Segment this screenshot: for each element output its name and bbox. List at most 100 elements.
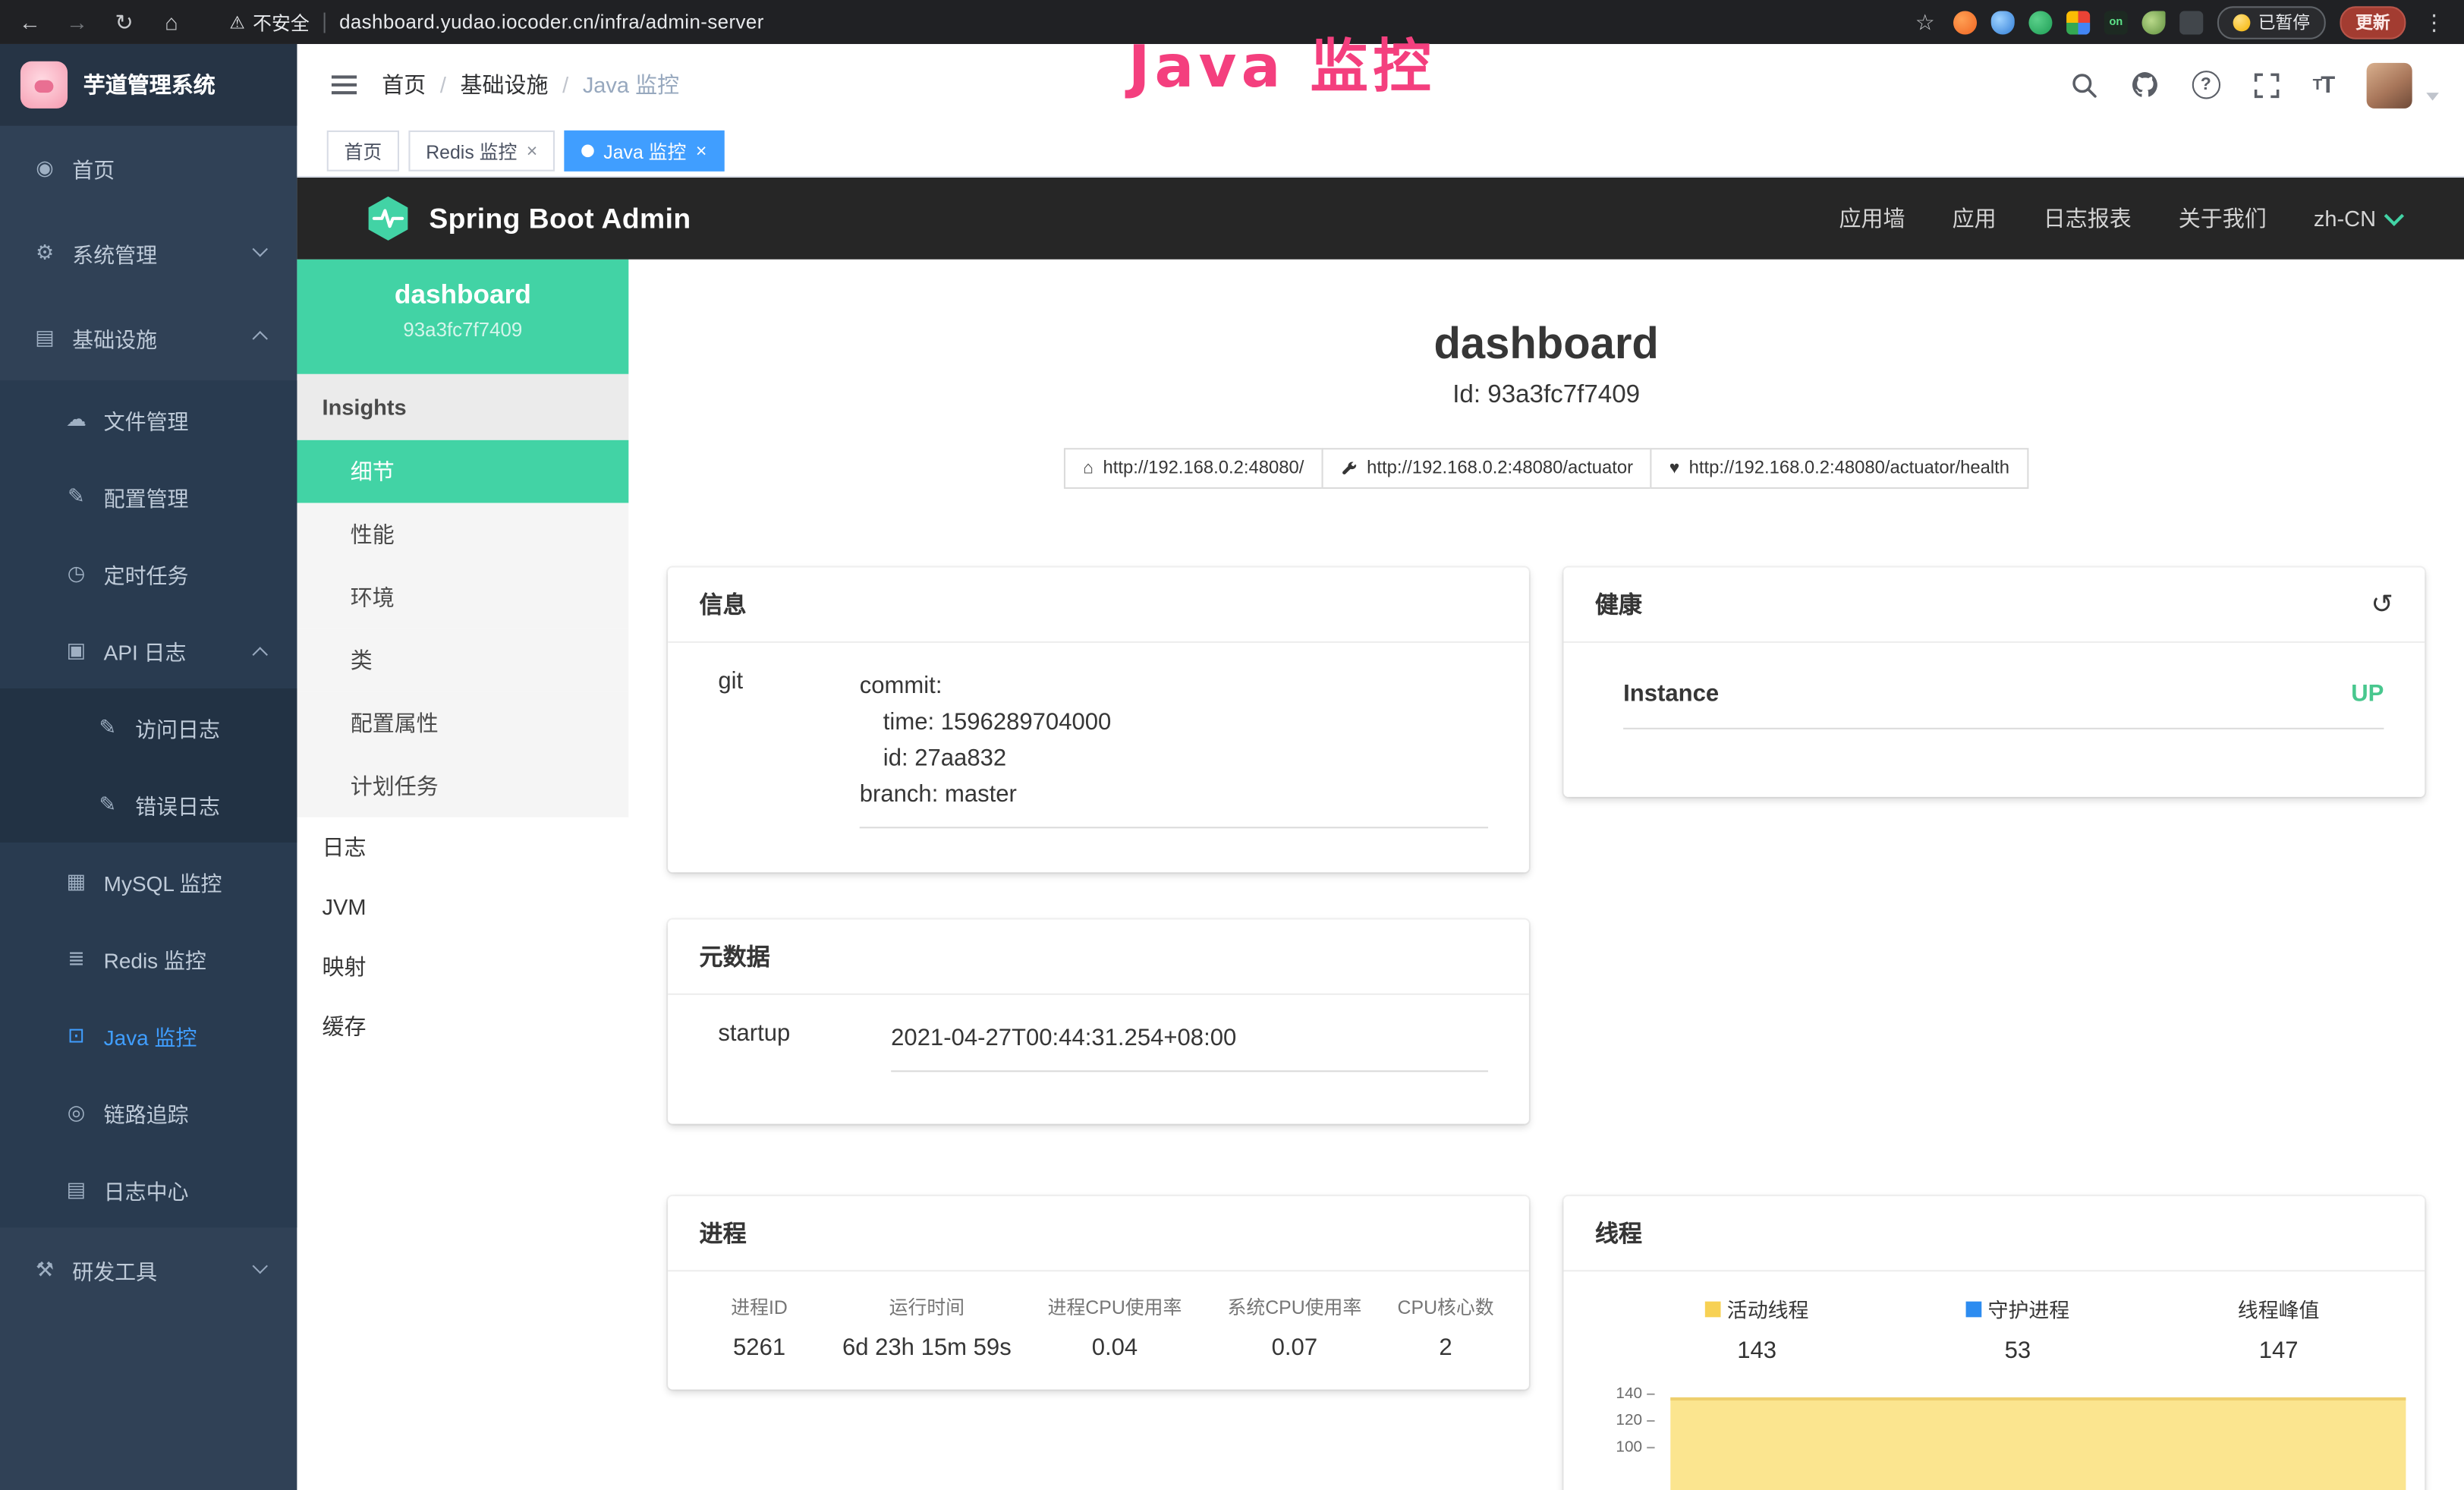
sidebar-item-system-mgmt[interactable]: ⚙ 系统管理	[0, 210, 297, 295]
help-icon[interactable]: ?	[2192, 71, 2220, 99]
close-icon[interactable]: ×	[696, 141, 707, 160]
service-url-link[interactable]: ⌂ http://192.168.0.2:48080/	[1064, 448, 1323, 489]
tab-home[interactable]: 首页	[327, 131, 399, 172]
app-title: 芋道管理系统	[83, 69, 216, 100]
infrastructure-submenu: ☁ 文件管理 ✎ 配置管理 ◷ 定时任务 ▣ API 日志	[0, 380, 297, 1227]
sidebar-item-log-center[interactable]: ▤ 日志中心	[0, 1151, 297, 1227]
instance-header[interactable]: dashboard 93a3fc7f7409	[297, 260, 628, 374]
sba-nav-config-props[interactable]: 配置属性	[297, 691, 628, 754]
update-button[interactable]: 更新	[2340, 5, 2406, 38]
process-card-header: 进程	[668, 1196, 1529, 1271]
sba-logo[interactable]: Spring Boot Admin	[364, 195, 691, 242]
extension-drop-icon[interactable]	[1991, 10, 2015, 33]
sidebar-item-api-logs[interactable]: ▣ API 日志	[0, 612, 297, 688]
sba-nav-caches[interactable]: 缓存	[297, 997, 628, 1057]
sidebar-collapse-icon[interactable]	[332, 75, 357, 94]
database-icon: ▦	[63, 868, 90, 893]
tab-java-monitor[interactable]: Java 监控 ×	[565, 131, 725, 172]
extension-green-icon[interactable]	[2028, 10, 2052, 33]
app-logo-row[interactable]: 芋道管理系统	[0, 44, 297, 126]
sidebar-item-java-monitor[interactable]: ⊡ Java 监控	[0, 997, 297, 1073]
sidebar-item-infrastructure[interactable]: ▤ 基础设施	[0, 295, 297, 380]
tools-icon: ⚒	[31, 1258, 58, 1283]
extension-on-icon[interactable]: on	[2104, 10, 2128, 33]
sba-nav-about[interactable]: 关于我们	[2179, 203, 2267, 234]
health-url-link[interactable]: ♥ http://192.168.0.2:48080/actuator/heal…	[1651, 448, 2028, 489]
locale-select[interactable]: zh-CN	[2314, 206, 2401, 231]
paused-badge[interactable]: 已暂停	[2217, 5, 2326, 38]
monitor-icon: ⊡	[63, 1022, 90, 1047]
sba-nav-scheduled-tasks[interactable]: 计划任务	[297, 754, 628, 817]
screenshot-stage: ← → ↻ ⌂ ⚠ 不安全 dashboard.yudao.iocoder.cn…	[0, 0, 2464, 1490]
sidebar-item-mysql-monitor[interactable]: ▦ MySQL 监控	[0, 843, 297, 919]
github-icon[interactable]	[2130, 71, 2158, 99]
tags-view-bar: 首页 Redis 监控 × Java 监控 ×	[297, 126, 2464, 178]
sba-nav-journal[interactable]: 日志报表	[2044, 203, 2132, 234]
sba-nav-jvm[interactable]: JVM	[297, 877, 628, 937]
sba-nav-logs[interactable]: 日志	[297, 817, 628, 877]
security-warning-icon[interactable]: ⚠	[229, 12, 244, 33]
live-threads-value: 143	[1626, 1337, 1887, 1364]
sidebar-item-file-mgmt[interactable]: ☁ 文件管理	[0, 380, 297, 457]
browser-menu-icon[interactable]: ⋮	[2420, 8, 2448, 35]
tab-redis-monitor[interactable]: Redis 监控 ×	[408, 131, 555, 172]
sba-nav-wallboard[interactable]: 应用墙	[1839, 203, 1905, 234]
sba-nav-mappings[interactable]: 映射	[297, 937, 628, 997]
font-size-icon[interactable]: TT	[2313, 71, 2334, 98]
sidebar-item-redis-monitor[interactable]: ≣ Redis 监控	[0, 919, 297, 996]
sidebar-menu: ◉ 首页 ⚙ 系统管理 ▤ 基础设施 ☁ 文件管理 ✎ 配置管理	[0, 126, 297, 1490]
reload-button[interactable]: ↻	[110, 8, 138, 35]
extension-leaf-icon[interactable]	[2142, 10, 2166, 33]
system-cpu: 0.07	[1204, 1334, 1384, 1361]
threads-legend: 活动线程 143 守护进程 53 线程峰值 147	[1563, 1271, 2425, 1370]
sba-nav-applications[interactable]: 应用	[1953, 203, 1997, 234]
avatar[interactable]	[2367, 62, 2412, 108]
sidebar-item-dev-tools[interactable]: ⚒ 研发工具	[0, 1227, 297, 1312]
health-instance-row[interactable]: Instance UP	[1623, 681, 2384, 729]
sidebar-item-trace[interactable]: ◎ 链路追踪	[0, 1073, 297, 1150]
sidebar-item-error-logs[interactable]: ✎ 错误日志	[0, 765, 297, 842]
history-icon[interactable]: ↺	[2371, 589, 2393, 620]
forward-button[interactable]: →	[63, 9, 91, 34]
browser-toolbar-right: ☆ on 已暂停 更新 ⋮	[1911, 5, 2464, 38]
instance-links: ⌂ http://192.168.0.2:48080/ http://192.1…	[628, 448, 2464, 489]
daemon-threads-value: 53	[1887, 1337, 2148, 1364]
back-button[interactable]: ←	[16, 9, 44, 34]
close-icon[interactable]: ×	[527, 141, 538, 160]
extension-grid-icon[interactable]	[2066, 10, 2090, 33]
bookmark-star-icon[interactable]: ☆	[1911, 8, 1939, 35]
header-actions: ? TT	[2071, 62, 2464, 108]
instance-id: 93a3fc7f7409	[297, 319, 628, 341]
clock-icon: ◷	[63, 560, 90, 585]
address-bar[interactable]: dashboard.yudao.iocoder.cn/infra/admin-s…	[339, 11, 764, 33]
heart-icon: ♥	[1669, 459, 1680, 478]
gear-icon: ⚙	[31, 241, 58, 266]
log-center-icon: ▤	[63, 1177, 90, 1202]
actuator-url-link[interactable]: http://192.168.0.2:48080/actuator	[1321, 448, 1652, 489]
page-id: Id: 93a3fc7f7409	[628, 382, 2464, 410]
sidebar-item-access-logs[interactable]: ✎ 访问日志	[0, 688, 297, 765]
sidebar-item-config-mgmt[interactable]: ✎ 配置管理	[0, 458, 297, 534]
cards-right-column: 健康 ↺ Instance UP 线程	[1563, 568, 2425, 1490]
breadcrumb-home[interactable]: 首页	[382, 69, 426, 100]
sba-nav-classes[interactable]: 类	[297, 628, 628, 691]
search-icon[interactable]	[2071, 71, 2097, 98]
breadcrumb-infrastructure[interactable]: 基础设施	[461, 69, 549, 100]
sba-nav-performance[interactable]: 性能	[297, 503, 628, 566]
sba-nav-details[interactable]: 细节	[297, 440, 628, 503]
sba-brand: Spring Boot Admin	[429, 202, 691, 235]
health-instance-label: Instance	[1623, 681, 1719, 707]
viewport: ← → ↻ ⌂ ⚠ 不安全 dashboard.yudao.iocoder.cn…	[0, 0, 2464, 1490]
sidebar-item-scheduled-jobs[interactable]: ◷ 定时任务	[0, 534, 297, 611]
sba-nav-environment[interactable]: 环境	[297, 565, 628, 628]
extension-fox-icon[interactable]	[1953, 10, 1977, 33]
browser-home-button[interactable]: ⌂	[157, 9, 185, 34]
threads-card: 线程 活动线程 143 守护进程 53 线程峰值 147	[1563, 1196, 2425, 1490]
sba-instance-sidebar: dashboard 93a3fc7f7409 Insights 细节 性能 环境…	[297, 260, 628, 1490]
fullscreen-icon[interactable]	[2253, 71, 2280, 98]
threads-card-header: 线程	[1563, 1196, 2425, 1271]
sidebar-item-home[interactable]: ◉ 首页	[0, 126, 297, 211]
cards-left-column: 信息 git commit: time: 1596289704000 id: 2…	[668, 568, 1529, 1490]
extension-dark-icon[interactable]	[2179, 10, 2203, 33]
avatar-caret-icon	[2426, 92, 2439, 99]
